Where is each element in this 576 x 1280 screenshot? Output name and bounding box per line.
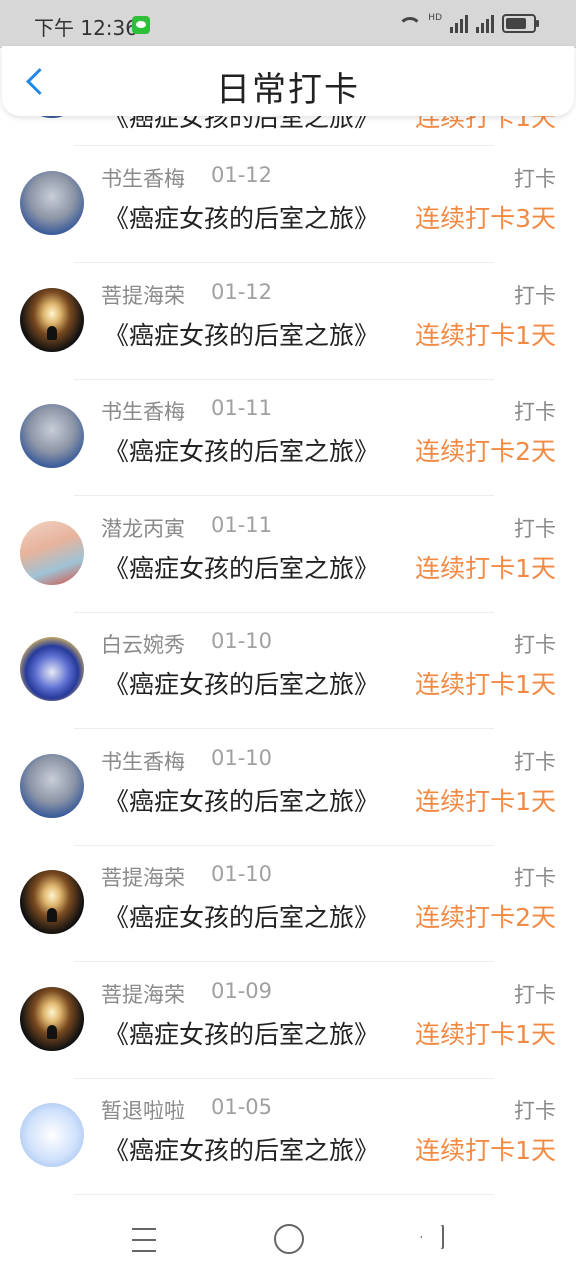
meditation-figure-icon	[47, 908, 57, 922]
user-name[interactable]: 书生香梅	[101, 163, 185, 193]
avatar[interactable]	[20, 637, 84, 701]
status-time: 下午 12:36	[34, 16, 138, 40]
avatar[interactable]	[20, 753, 84, 818]
divider	[74, 1194, 494, 1195]
avatar[interactable]	[20, 404, 84, 468]
user-name[interactable]: 菩提海荣	[101, 862, 185, 892]
meditation-figure-icon	[47, 1024, 57, 1039]
book-title[interactable]: 《癌症女孩的后室之旅》	[104, 782, 379, 818]
checkin-action: 打卡	[514, 866, 556, 890]
streak-label: 连续打卡3天	[415, 204, 556, 233]
checkin-action: 打卡	[514, 283, 556, 308]
streak-label: 连续打卡1天	[415, 320, 556, 350]
checkin-date: 01-12	[211, 163, 273, 187]
checkin-action: 打卡	[514, 1099, 556, 1123]
list-item[interactable]: 书生香梅 01-11 打卡《癌症女孩的后室之旅》 连续打卡2天	[0, 380, 576, 496]
checkin-action: 打卡	[514, 400, 556, 424]
hd-label: HD	[428, 12, 442, 23]
system-nav-bar	[0, 1202, 576, 1280]
book-title[interactable]: 《癌症女孩的后室之旅》	[104, 665, 379, 701]
checkin-date: 01-10	[211, 629, 273, 653]
home-icon[interactable]	[274, 1224, 304, 1254]
checkin-action: 打卡	[514, 516, 556, 541]
menu-icon[interactable]	[132, 1228, 156, 1252]
checkin-date: 01-11	[211, 396, 273, 420]
streak-label: 连续打卡1天	[415, 786, 556, 816]
list-item[interactable]: 菩提海荣 01-10 打卡《癌症女孩的后室之旅》 连续打卡2天	[0, 846, 576, 962]
book-title[interactable]: 《癌症女孩的后室之旅》	[104, 316, 379, 352]
streak-label: 连续打卡1天	[415, 670, 556, 699]
book-title[interactable]: 《癌症女孩的后室之旅》	[104, 432, 379, 468]
book-title[interactable]: 《癌症女孩的后室之旅》	[104, 898, 379, 934]
user-name[interactable]: 菩提海荣	[101, 280, 185, 310]
streak-label: 连续打卡1天	[415, 1136, 556, 1165]
user-name[interactable]: 暂退啦啦	[101, 1095, 185, 1125]
avatar[interactable]	[20, 287, 84, 352]
checkin-action: 打卡	[514, 633, 556, 657]
list-item[interactable]: 潜龙丙寅 01-11 打卡《癌症女孩的后室之旅》 连续打卡1天	[0, 497, 576, 613]
user-name[interactable]: 书生香梅	[101, 746, 185, 776]
meditation-figure-icon	[47, 325, 57, 340]
list-item[interactable]: 白云婉秀 01-10 打卡《癌症女孩的后室之旅》 连续打卡1天	[0, 613, 576, 729]
book-title[interactable]: 《癌症女孩的后室之旅》	[104, 549, 379, 585]
avatar[interactable]	[20, 520, 84, 585]
checkin-list[interactable]: 《癌症女孩的后室之旅》 连续打卡1天 书生香梅 01-12 打卡 《癌症女孩的后室之旅…	[0, 82, 576, 1202]
list-item[interactable]: 暂退啦啦 01-05 打卡《癌症女孩的后室之旅》 连续打卡1天	[0, 1079, 576, 1195]
list-item[interactable]: 菩提海荣 01-12 打卡《癌症女孩的后室之旅》 连续打卡1天	[0, 264, 576, 380]
divider	[74, 145, 494, 146]
avatar[interactable]	[20, 1103, 84, 1167]
page-title: 日常打卡	[216, 70, 360, 110]
book-title[interactable]: 《癌症女孩的后室之旅》	[104, 199, 379, 235]
checkin-action: 打卡	[514, 167, 556, 191]
wifi-icon	[396, 15, 423, 33]
checkin-action: 打卡	[514, 749, 556, 774]
streak-label: 连续打卡2天	[415, 437, 556, 466]
checkin-date: 01-09	[211, 978, 273, 1003]
battery-icon	[502, 14, 539, 33]
checkin-date: 01-12	[211, 279, 273, 304]
checkin-date: 01-10	[211, 862, 273, 886]
signal-icon	[450, 14, 468, 33]
avatar[interactable]	[20, 171, 84, 235]
user-name[interactable]: 白云婉秀	[101, 629, 185, 659]
signal-icon	[476, 14, 494, 33]
checkin-action: 打卡	[514, 982, 556, 1007]
streak-label: 连续打卡1天	[415, 1019, 556, 1049]
avatar[interactable]	[20, 870, 84, 934]
avatar[interactable]	[20, 986, 84, 1051]
app-header: 日常打卡	[2, 46, 574, 116]
checkin-date: 01-05	[211, 1095, 273, 1119]
checkin-date: 01-11	[211, 512, 273, 537]
book-title[interactable]: 《癌症女孩的后室之旅》	[104, 1015, 379, 1051]
user-name[interactable]: 菩提海荣	[101, 979, 185, 1009]
wechat-icon	[132, 16, 150, 34]
streak-label: 连续打卡1天	[415, 553, 556, 583]
book-title[interactable]: 《癌症女孩的后室之旅》	[104, 1131, 379, 1167]
streak-label: 连续打卡2天	[415, 903, 556, 932]
user-name[interactable]: 潜龙丙寅	[101, 513, 185, 543]
list-item[interactable]: 菩提海荣 01-09 打卡《癌症女孩的后室之旅》 连续打卡1天	[0, 963, 576, 1079]
status-bar: 下午 12:36 HD	[0, 0, 576, 48]
checkin-date: 01-10	[211, 745, 273, 770]
list-item[interactable]: 书生香梅 01-12 打卡《癌症女孩的后室之旅》 连续打卡3天	[0, 147, 576, 263]
user-name[interactable]: 书生香梅	[101, 396, 185, 426]
list-item[interactable]: 书生香梅 01-10 打卡《癌症女孩的后室之旅》 连续打卡1天	[0, 730, 576, 846]
status-icons: HD	[396, 12, 539, 33]
